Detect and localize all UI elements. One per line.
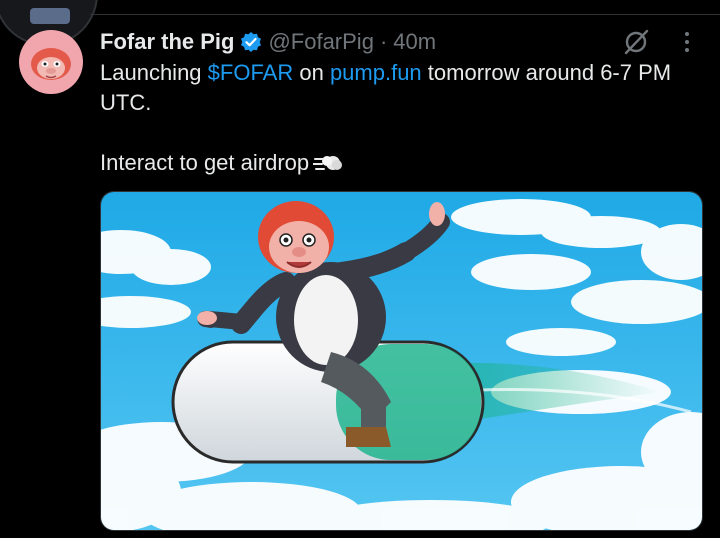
- separator-dot: ·: [379, 29, 388, 54]
- text-segment: Launching: [100, 60, 208, 85]
- tweet-text: Launching $FOFAR on pump.fun tomorrow ar…: [100, 58, 700, 178]
- previous-avatar-graphic: [30, 8, 70, 24]
- verified-badge-icon[interactable]: [240, 31, 262, 53]
- text-segment: Interact to get airdrop: [100, 150, 310, 175]
- tweet-page: Fofar the Pig @FofarPig · 40m Launching …: [0, 0, 720, 538]
- pump-fun-link[interactable]: pump.fun: [330, 60, 422, 85]
- pig-avatar-image: [31, 48, 71, 80]
- cashtag-link[interactable]: $FOFAR: [208, 60, 294, 85]
- grok-icon[interactable]: [622, 28, 650, 56]
- more-options-icon[interactable]: [684, 32, 690, 54]
- author-name[interactable]: Fofar the Pig: [100, 29, 234, 55]
- dashing-away-emoji-icon: [313, 156, 343, 170]
- author-avatar[interactable]: [19, 30, 83, 94]
- tweet-text-line-1: Launching $FOFAR on pump.fun tomorrow ar…: [100, 58, 700, 118]
- thread-divider: [90, 14, 720, 15]
- tweet-text-line-2: Interact to get airdrop: [100, 148, 700, 178]
- timestamp[interactable]: 40m: [393, 29, 436, 55]
- text-segment: on: [293, 60, 330, 85]
- tweet-media-image[interactable]: [100, 191, 703, 531]
- author-handle[interactable]: @FofarPig: [268, 29, 373, 55]
- pig-riding-pill-illustration: [101, 192, 702, 530]
